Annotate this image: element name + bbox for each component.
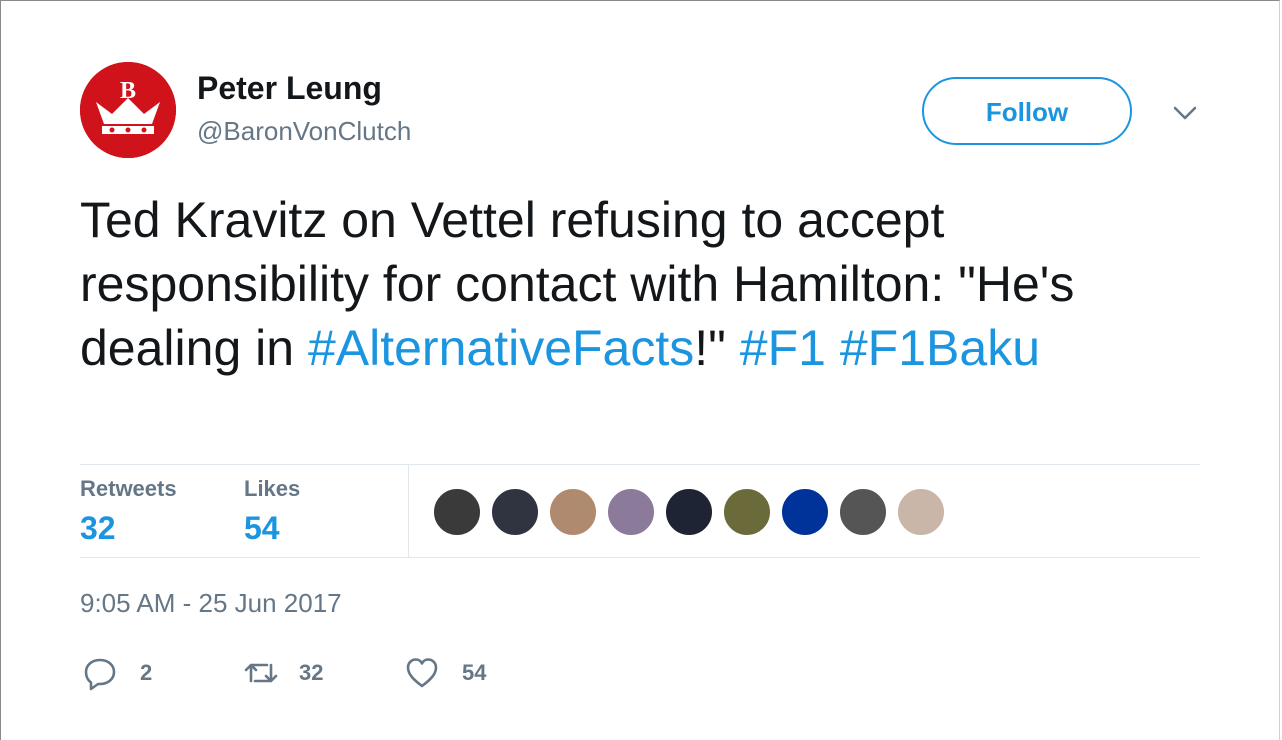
like-button[interactable]: 54 xyxy=(404,655,486,691)
retweets-label: Retweets xyxy=(80,476,177,501)
liker-avatar[interactable] xyxy=(606,487,656,537)
heart-icon xyxy=(406,658,438,688)
reply-icon xyxy=(84,658,116,691)
liker-avatar[interactable] xyxy=(432,487,482,537)
liker-avatar[interactable] xyxy=(548,487,598,537)
like-count: 54 xyxy=(462,660,487,685)
retweets-stat[interactable]: Retweets 32 xyxy=(80,476,177,547)
retweet-count: 32 xyxy=(299,660,324,685)
likes-count: 54 xyxy=(244,510,280,546)
avatar[interactable]: B xyxy=(80,62,176,158)
more-options-button[interactable] xyxy=(1168,96,1202,130)
hashtag-link[interactable]: #F1 xyxy=(740,320,826,376)
likes-label: Likes xyxy=(244,476,301,501)
reply-count: 2 xyxy=(140,660,153,685)
chevron-down-icon xyxy=(1173,106,1197,120)
tweet-timestamp[interactable]: 9:05 AM - 25 Jun 2017 xyxy=(80,588,342,619)
retweet-icon xyxy=(244,663,278,683)
divider xyxy=(80,557,1200,558)
retweets-count: 32 xyxy=(80,510,116,546)
liker-avatar[interactable] xyxy=(896,487,946,537)
likes-stat[interactable]: Likes 54 xyxy=(244,476,300,547)
display-name[interactable]: Peter Leung xyxy=(197,70,382,107)
hashtag-link[interactable]: #AlternativeFacts xyxy=(308,320,694,376)
retweet-button[interactable]: 32 xyxy=(243,655,323,691)
liker-avatar[interactable] xyxy=(780,487,830,537)
tweet-text-segment xyxy=(826,320,840,376)
liker-avatar[interactable] xyxy=(664,487,714,537)
liker-avatar[interactable] xyxy=(722,487,772,537)
divider xyxy=(408,465,409,557)
liker-avatar[interactable] xyxy=(490,487,540,537)
divider xyxy=(80,464,1200,465)
tweet-text: Ted Kravitz on Vettel refusing to accept… xyxy=(80,188,1190,380)
liker-avatar[interactable] xyxy=(838,487,888,537)
crown-logo-icon: B xyxy=(80,62,176,158)
tweet-text-segment: !" xyxy=(694,320,740,376)
hashtag-link[interactable]: #F1Baku xyxy=(840,320,1040,376)
reply-button[interactable]: 2 xyxy=(82,655,152,691)
user-handle[interactable]: @BaronVonClutch xyxy=(197,116,411,147)
follow-button[interactable]: Follow xyxy=(922,77,1132,145)
